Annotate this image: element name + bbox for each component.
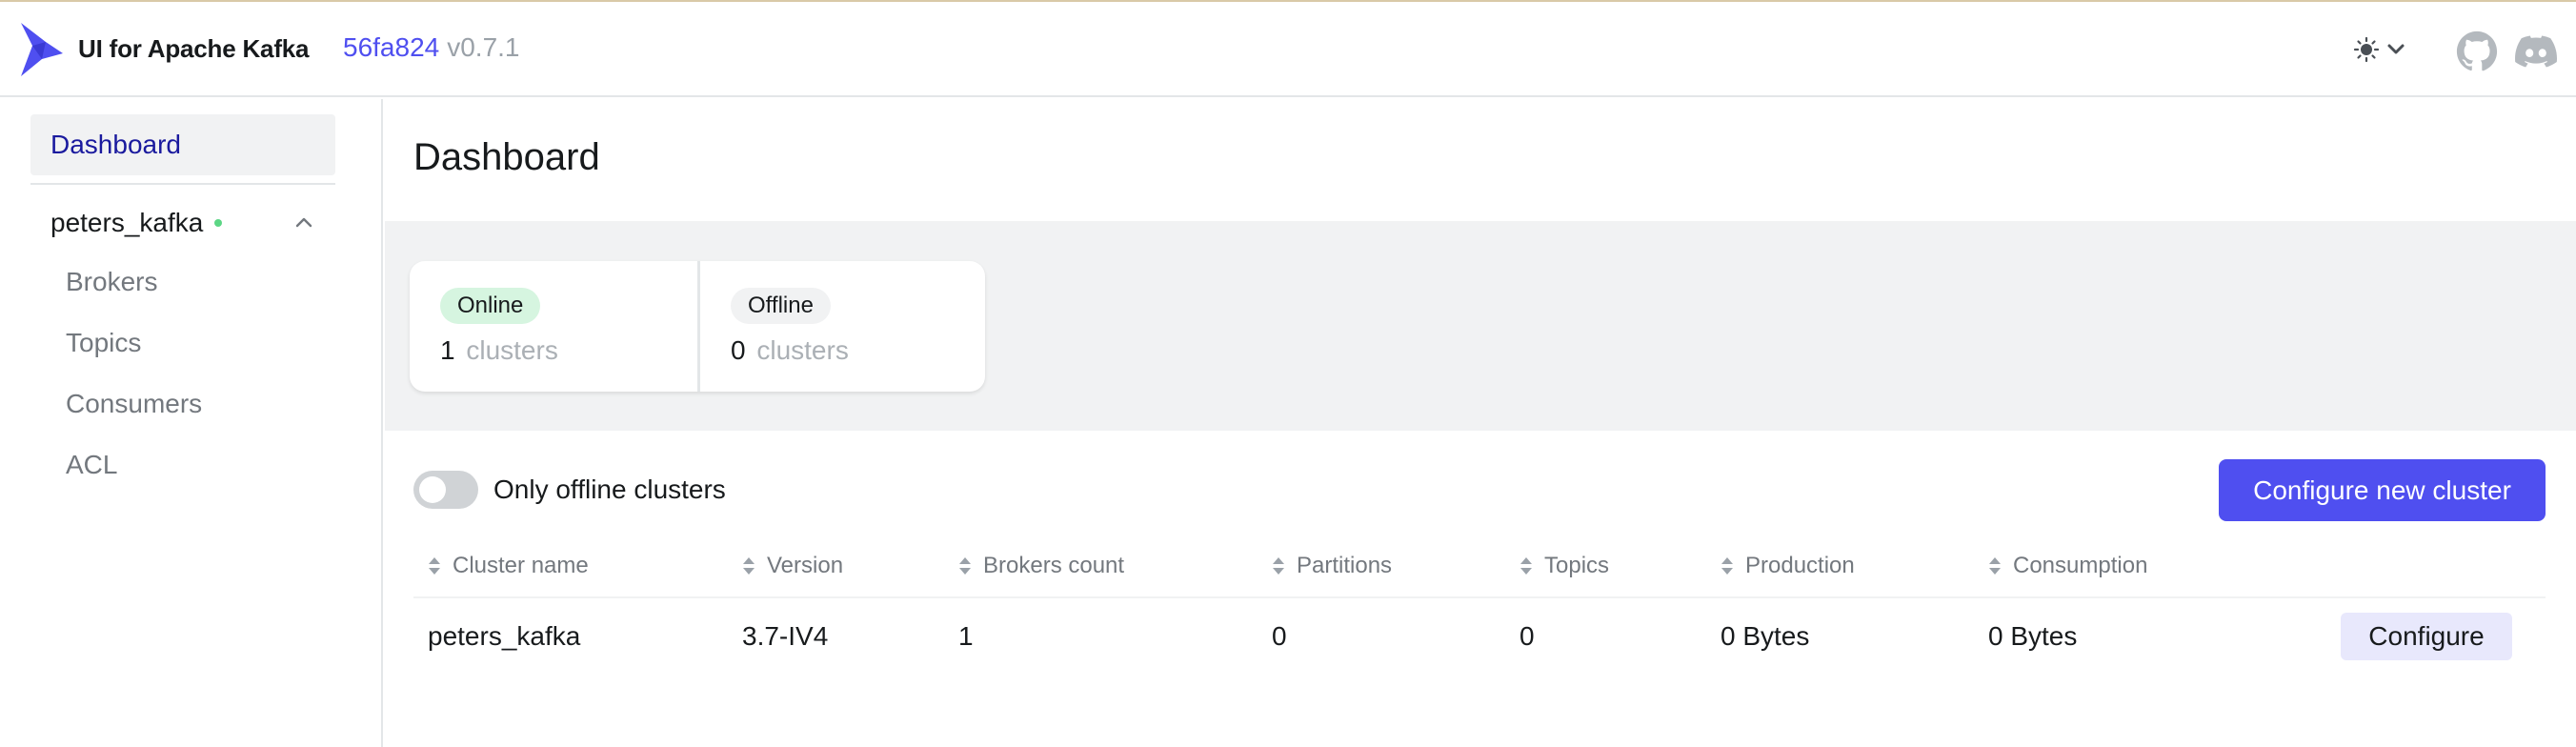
table-header-divider	[413, 596, 2546, 598]
sidebar-divider	[30, 183, 335, 185]
cell-cluster-name[interactable]: peters_kafka	[428, 621, 580, 652]
kafka-logo[interactable]	[19, 21, 65, 78]
sort-icon	[743, 557, 755, 575]
toggle-knob	[419, 476, 446, 503]
offline-clusters-toggle[interactable]	[413, 471, 478, 509]
column-label: Brokers count	[983, 553, 1125, 578]
offline-count: 0	[731, 335, 746, 365]
sort-icon	[1520, 557, 1532, 575]
version-info: 56fa824 v0.7.1	[343, 32, 520, 63]
column-header-cluster-name[interactable]: Cluster name	[428, 551, 589, 581]
configure-new-cluster-button[interactable]: Configure new cluster	[2219, 459, 2546, 521]
sidebar-item-topics[interactable]: Topics	[66, 328, 141, 358]
column-header-partitions[interactable]: Partitions	[1272, 551, 1392, 581]
cell-brokers-count: 1	[958, 621, 974, 651]
app-title[interactable]: UI for Apache Kafka	[78, 34, 310, 64]
online-count: 1	[440, 335, 455, 365]
sort-icon	[959, 557, 971, 575]
offline-unit: clusters	[756, 335, 849, 365]
sidebar: Dashboard peters_kafka Brokers Topics Co…	[0, 99, 383, 747]
online-badge: Online	[440, 288, 541, 324]
cell-topics: 0	[1519, 621, 1535, 651]
online-unit: clusters	[466, 335, 558, 365]
chevron-down-icon	[2387, 44, 2405, 54]
online-clusters-count: 1 clusters	[440, 335, 558, 366]
sort-icon	[429, 557, 440, 575]
commit-link[interactable]: 56fa824	[343, 32, 439, 62]
metrics-card: Online 1 clusters Offline 0 clusters	[410, 261, 985, 392]
offline-clusters-count: 0 clusters	[731, 335, 849, 366]
column-header-consumption[interactable]: Consumption	[1988, 551, 2147, 581]
github-icon[interactable]	[2456, 30, 2498, 72]
sort-icon	[1273, 557, 1284, 575]
sidebar-cluster-peters-kafka[interactable]: peters_kafka	[30, 196, 335, 250]
cluster-status-dot	[214, 219, 223, 227]
column-label: Cluster name	[453, 553, 589, 578]
discord-icon[interactable]	[2515, 30, 2557, 72]
cluster-name: peters_kafka	[50, 208, 204, 237]
chevron-up-icon[interactable]	[293, 212, 314, 232]
sidebar-item-consumers[interactable]: Consumers	[66, 389, 202, 419]
theme-toggle[interactable]	[2353, 30, 2406, 69]
column-header-production[interactable]: Production	[1721, 551, 1855, 581]
sidebar-item-brokers[interactable]: Brokers	[66, 267, 157, 297]
sort-icon	[1721, 557, 1733, 575]
sidebar-item-dashboard[interactable]: Dashboard	[30, 114, 335, 175]
sidebar-item-acl[interactable]: ACL	[66, 450, 117, 480]
column-header-topics[interactable]: Topics	[1519, 551, 1609, 581]
cell-consumption: 0 Bytes	[1988, 621, 2078, 651]
app-header: UI for Apache Kafka 56fa824 v0.7.1	[0, 2, 2576, 97]
sun-icon	[2353, 36, 2380, 63]
column-label: Topics	[1544, 553, 1610, 578]
column-label: Partitions	[1297, 553, 1393, 578]
column-header-brokers-count[interactable]: Brokers count	[958, 551, 1124, 581]
offline-clusters-label: Only offline clusters	[493, 474, 726, 504]
offline-badge: Offline	[731, 288, 831, 324]
sort-icon	[1989, 557, 2001, 575]
cell-partitions: 0	[1272, 621, 1287, 651]
cell-version: 3.7-IV4	[742, 621, 829, 651]
page-title: Dashboard	[413, 136, 600, 178]
cell-production: 0 Bytes	[1721, 621, 1810, 651]
column-label: Production	[1745, 553, 1855, 578]
metric-online: Online 1 clusters	[410, 261, 697, 392]
configure-cluster-button[interactable]: Configure	[2341, 613, 2512, 660]
column-label: Consumption	[2013, 553, 2148, 578]
column-label: Version	[767, 553, 844, 578]
column-header-version[interactable]: Version	[742, 551, 843, 581]
metric-offline: Offline 0 clusters	[697, 261, 985, 392]
version-label: v0.7.1	[447, 32, 520, 62]
